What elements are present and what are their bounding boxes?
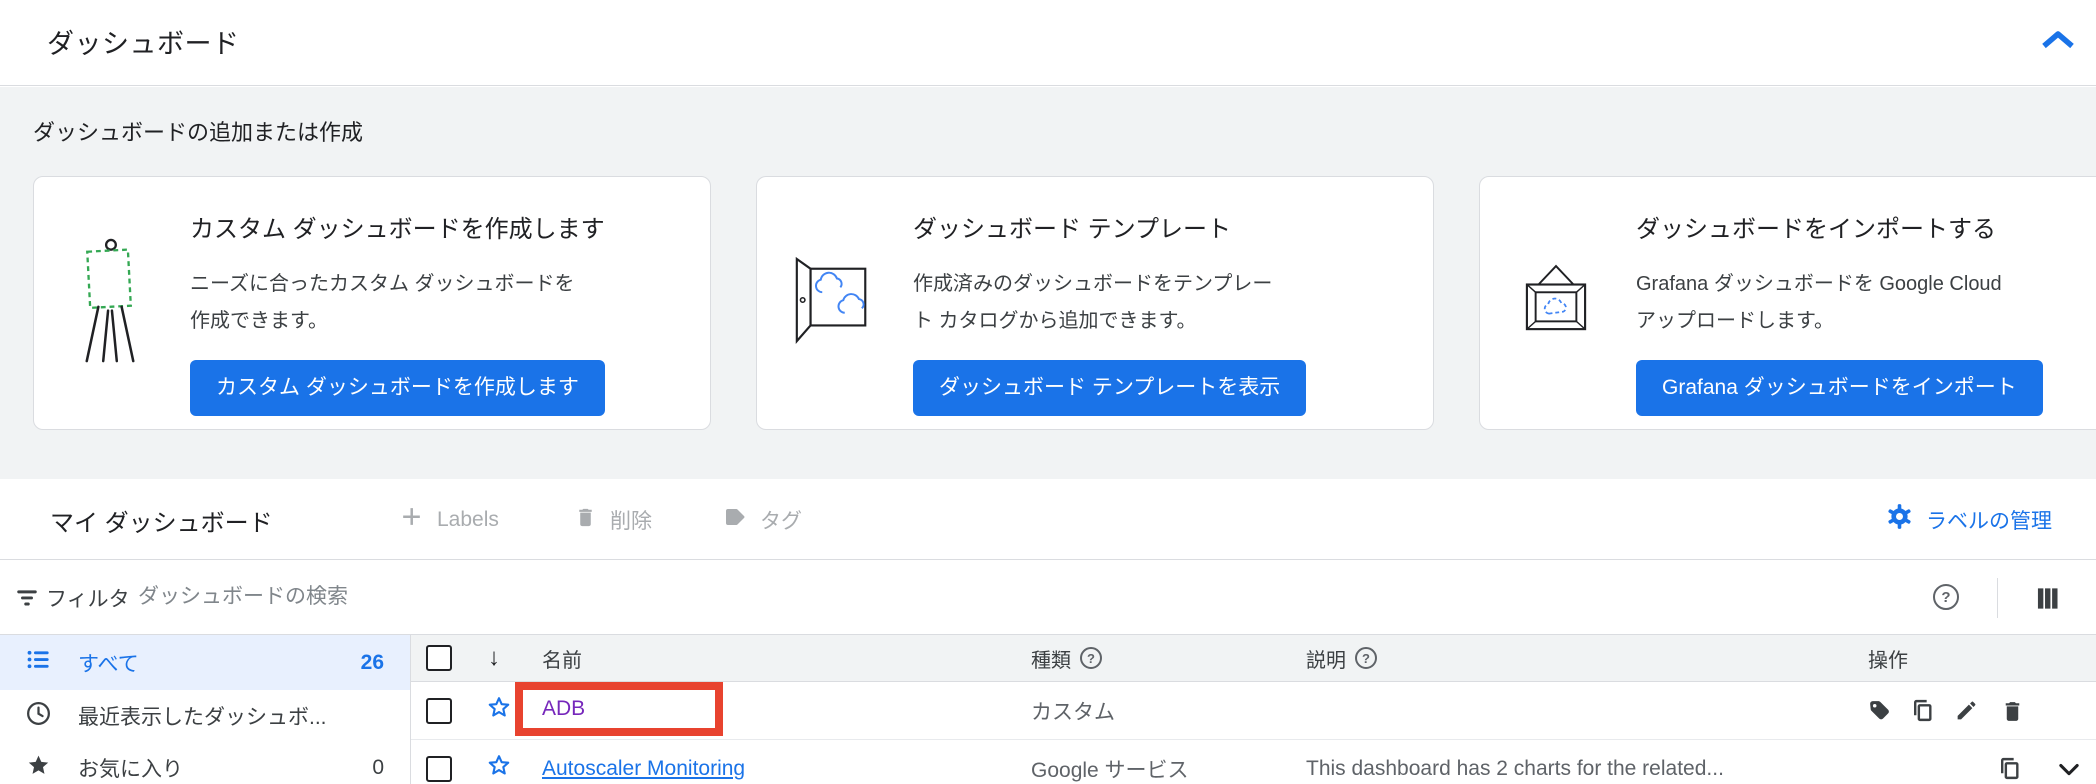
help-icon[interactable]: ?: [1933, 584, 1959, 610]
help-icon[interactable]: ?: [1355, 647, 1377, 669]
view-dashboard-templates-button[interactable]: ダッシュボード テンプレートを表示: [913, 360, 1307, 416]
row-type: Google サービス: [1031, 758, 1189, 782]
select-all-checkbox[interactable]: [426, 645, 452, 671]
delete-label: 削除: [610, 509, 652, 533]
filter-bar: フィルタ ?: [0, 561, 2096, 635]
sidebar-item-label: すべて: [78, 652, 139, 676]
card-title: ダッシュボードをインポートする: [1636, 216, 1996, 243]
dashboards-list-area: すべて 26 最近表示したダッシュボ... お気に入り 0 ↓ 名前 種類 ? …: [0, 635, 2096, 784]
my-dashboards-heading: マイ ダッシュボード: [50, 510, 273, 537]
add-labels-button[interactable]: Labels: [399, 479, 499, 560]
sidebar-item-all[interactable]: すべて 26: [0, 635, 410, 690]
chevron-up-icon: [2039, 28, 2077, 57]
add-or-create-section: ダッシュボードの追加または作成 カスタム ダッシュボードを作成します ニーズに合…: [0, 87, 2096, 479]
table-row-adb: ADB カスタム: [411, 682, 2096, 740]
star-filled-icon: [25, 752, 52, 784]
tags-label: タグ: [760, 509, 802, 533]
trash-icon: [574, 505, 597, 534]
help-icon[interactable]: ?: [1080, 647, 1102, 669]
chevron-down-icon[interactable]: [2055, 740, 2083, 784]
vertical-divider: [1997, 578, 1998, 618]
card-body-line: ニーズに合ったカスタム ダッシュボードを: [190, 273, 575, 295]
dashboard-templates-card: ダッシュボード テンプレート 作成済みのダッシュボードをテンプレー ト カタログ…: [756, 176, 1434, 430]
highlight-red-box: ADB: [515, 682, 723, 736]
filter-icon: [14, 585, 40, 616]
card-body-line: アップロードします。: [1636, 310, 1834, 332]
dashboard-search-input[interactable]: [138, 561, 1038, 633]
column-header-description[interactable]: 説明: [1306, 644, 1346, 673]
sidebar-item-favorites[interactable]: お気に入り 0: [0, 742, 410, 784]
create-custom-dashboard-button[interactable]: カスタム ダッシュボードを作成します: [190, 360, 605, 416]
table-row-autoscaler-monitoring: Autoscaler Monitoring Google サービス This d…: [411, 740, 2096, 784]
create-custom-dashboard-card: カスタム ダッシュボードを作成します ニーズに合ったカスタム ダッシュボードを …: [33, 176, 711, 430]
section-heading: ダッシュボードの追加または作成: [33, 120, 364, 145]
tags-button[interactable]: タグ: [723, 479, 802, 560]
dashboard-link-autoscaler-monitoring[interactable]: Autoscaler Monitoring: [542, 757, 745, 781]
card-title: ダッシュボード テンプレート: [913, 216, 1231, 243]
dashboard-link-adb[interactable]: ADB: [542, 697, 585, 721]
add-labels-label: Labels: [437, 507, 499, 531]
column-header-actions: 操作: [1868, 649, 1908, 672]
star-outline-icon[interactable]: [485, 752, 513, 784]
card-body-line: 作成済みのダッシュボードをテンプレー: [913, 273, 1273, 295]
card-body-line: Grafana ダッシュボードを Google Cloud: [1636, 273, 2002, 295]
page-title: ダッシュボード: [47, 29, 240, 59]
sidebar-item-count: 26: [360, 650, 384, 674]
column-header-name[interactable]: 名前: [542, 644, 582, 673]
card-body-line: 作成できます。: [190, 310, 328, 332]
copy-icon[interactable]: [1910, 682, 1935, 739]
card-body-line: ト カタログから追加できます。: [913, 310, 1197, 332]
sidebar-item-label: 最近表示したダッシュボ...: [78, 706, 327, 729]
open-door-icon: [789, 254, 877, 353]
card-title: カスタム ダッシュボードを作成します: [190, 216, 605, 243]
table-header-row: ↓ 名前 種類 ? 説明 ? 操作: [411, 635, 2096, 682]
sort-descending-icon[interactable]: ↓: [488, 644, 500, 672]
tag-icon: [723, 505, 747, 535]
edit-icon[interactable]: [1954, 682, 1979, 739]
sidebar-item-count: 0: [372, 756, 384, 779]
column-display-icon[interactable]: [2034, 585, 2061, 617]
page-header: ダッシュボード: [0, 0, 2096, 86]
row-type: カスタム: [1031, 700, 1115, 724]
row-checkbox[interactable]: [426, 697, 452, 724]
dashboards-sidebar: すべて 26 最近表示したダッシュボ... お気に入り 0: [0, 635, 411, 784]
manage-labels-link[interactable]: ラベルの管理: [1886, 479, 2052, 560]
picture-frame-icon: [1524, 263, 1588, 344]
gear-icon: [1886, 503, 1913, 536]
star-outline-icon[interactable]: [485, 694, 513, 728]
manage-labels-label: ラベルの管理: [1926, 509, 2052, 533]
import-grafana-dashboard-button[interactable]: Grafana ダッシュボードをインポート: [1636, 360, 2043, 416]
clock-icon: [25, 700, 52, 733]
dashboard-cards-row: カスタム ダッシュボードを作成します ニーズに合ったカスタム ダッシュボードを …: [33, 176, 2096, 430]
delete-button[interactable]: 削除: [574, 479, 652, 560]
list-icon: [25, 646, 52, 679]
delete-icon[interactable]: [2000, 682, 2025, 739]
easel-icon: [79, 235, 141, 372]
dashboards-page: ダッシュボード ダッシュボードの追加または作成 カスタム ダッシュボードを作成し…: [0, 0, 2096, 784]
row-description: This dashboard has 2 charts for the rela…: [1306, 756, 1724, 780]
sidebar-item-label: お気に入り: [78, 758, 183, 781]
import-dashboard-card: ダッシュボードをインポートする Grafana ダッシュボードを Google …: [1479, 176, 2096, 430]
labels-icon[interactable]: [1867, 682, 1892, 739]
collapse-section-button[interactable]: [2038, 24, 2078, 60]
copy-icon[interactable]: [1997, 740, 2022, 784]
dashboards-table: ↓ 名前 種類 ? 説明 ? 操作 ADB カスタム Autoscaler Mo…: [411, 635, 2096, 784]
column-header-type[interactable]: 種類: [1031, 644, 1071, 673]
my-dashboards-toolbar: マイ ダッシュボード Labels 削除 タグ ラベルの管理: [0, 479, 2096, 560]
plus-icon: [399, 504, 424, 535]
filter-label: フィルタ: [46, 588, 130, 611]
sidebar-item-recently-viewed[interactable]: 最近表示したダッシュボ...: [0, 690, 410, 742]
row-checkbox[interactable]: [426, 755, 452, 782]
